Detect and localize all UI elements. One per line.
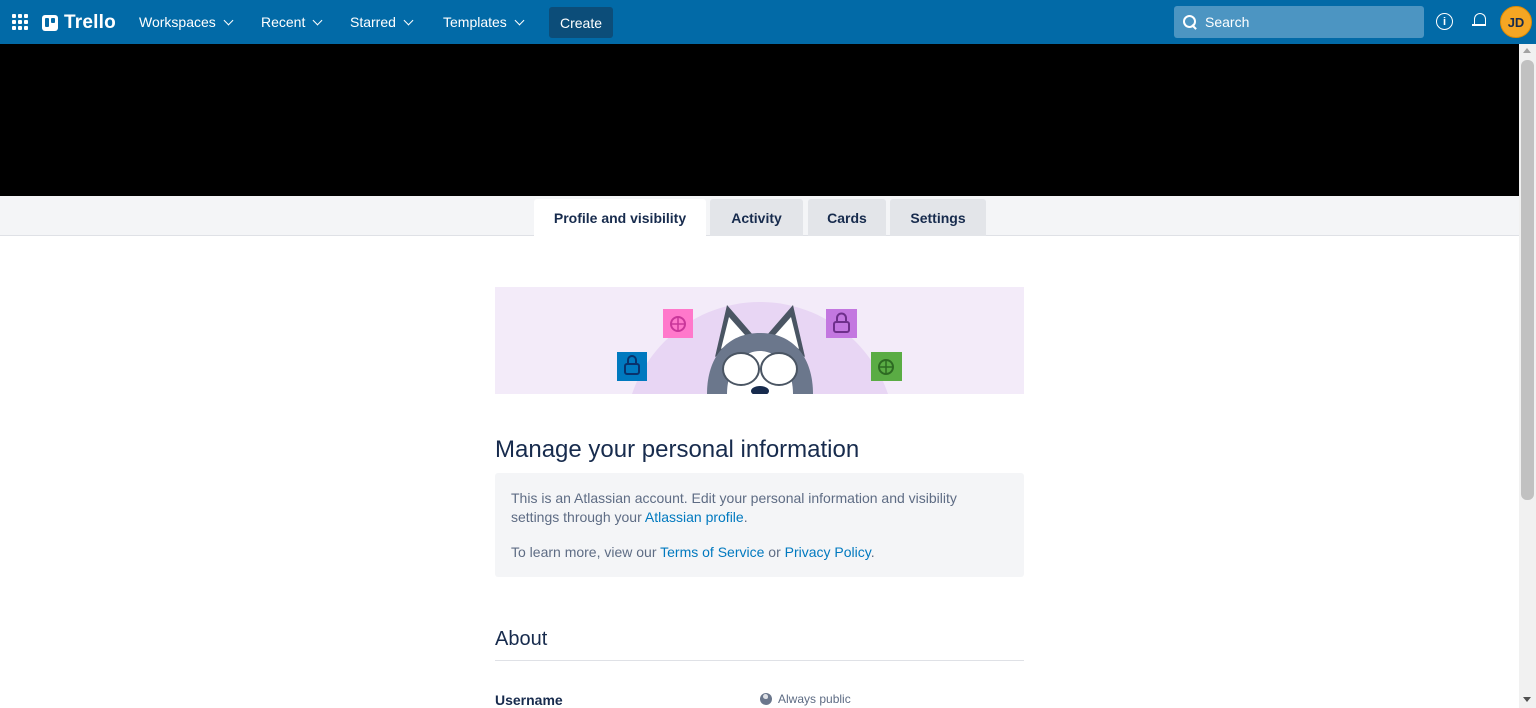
visibility-text: Always public [778,692,851,706]
privacy-illustration [495,287,1024,394]
chevron-down-icon [223,15,234,25]
templates-menu-button[interactable]: Templates [443,0,525,44]
terms-of-service-link[interactable]: Terms of Service [660,544,764,560]
tab-activity[interactable]: Activity [710,199,803,236]
app-switcher-icon[interactable] [12,14,28,30]
notice-text: . [870,544,875,560]
chevron-down-icon [403,15,414,25]
trello-logo[interactable]: Trello [42,12,116,34]
notice-paragraph-1: This is an Atlassian account. Edit your … [511,489,1008,527]
workspaces-label: Workspaces [139,14,216,30]
notice-text: or [764,544,785,560]
bell-icon[interactable] [1472,12,1488,30]
privacy-policy-link[interactable]: Privacy Policy [785,544,871,560]
workspaces-menu-button[interactable]: Workspaces [139,0,234,44]
top-navigation-bar: Trello Workspaces Recent Starred Templat… [0,0,1536,44]
username-label: Username [495,692,563,708]
tab-profile-and-visibility[interactable]: Profile and visibility [534,199,706,237]
tab-cards[interactable]: Cards [808,199,886,236]
notice-text: To learn more, view our [511,544,661,560]
scroll-down-arrow-icon[interactable] [1523,697,1531,702]
chevron-down-icon [514,15,525,25]
notice-paragraph-2: To learn more, view our Terms of Service… [511,543,1008,562]
avatar[interactable]: JD [1500,6,1532,38]
recent-menu-button[interactable]: Recent [261,0,323,44]
page-title: Manage your personal information [495,436,860,463]
atlassian-account-notice: This is an Atlassian account. Edit your … [495,473,1024,577]
globe-icon [760,693,772,705]
app-name: Trello [64,12,116,33]
profile-tabs: Profile and visibility Activity Cards Se… [0,196,1519,237]
section-divider [495,660,1024,661]
chevron-down-icon [312,15,323,25]
search-input[interactable]: Search [1174,6,1424,38]
trello-logo-icon [42,15,58,31]
scrollbar-thumb[interactable] [1521,60,1534,500]
atlassian-profile-link[interactable]: Atlassian profile [645,509,744,525]
recent-label: Recent [261,14,306,30]
about-heading: About [495,628,548,650]
tab-settings[interactable]: Settings [890,199,986,236]
username-visibility: Always public [760,692,851,706]
profile-header-banner [0,44,1519,196]
notice-text: . [743,509,748,525]
create-button[interactable]: Create [549,7,613,38]
husky-illustration [617,302,902,394]
info-icon[interactable]: i [1436,13,1453,30]
starred-menu-button[interactable]: Starred [350,0,414,44]
starred-label: Starred [350,14,396,30]
scroll-up-arrow-icon[interactable] [1523,48,1531,53]
search-placeholder: Search [1205,14,1250,30]
templates-label: Templates [443,14,507,30]
search-icon [1183,15,1197,29]
